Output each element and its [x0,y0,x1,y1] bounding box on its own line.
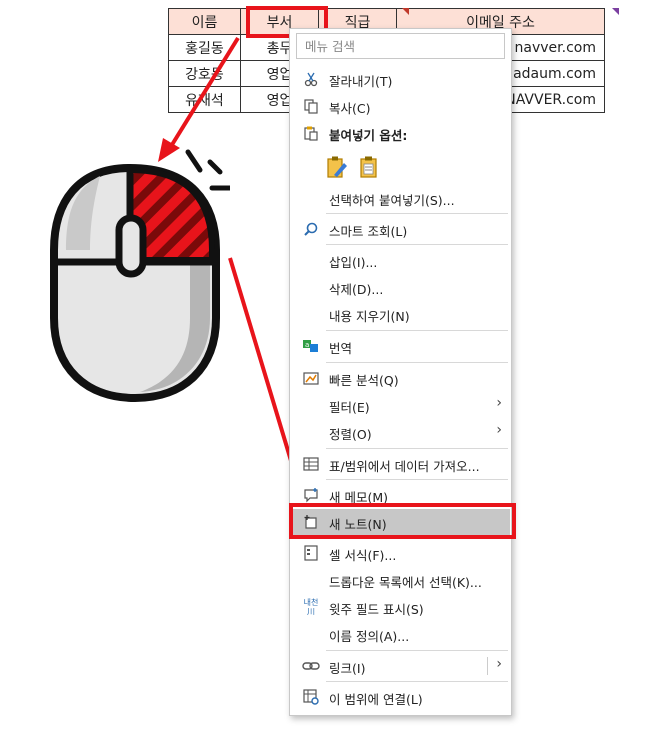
menu-item-label: 잘라내기(T) [329,74,393,89]
header-cell-name[interactable]: 이름 [168,8,241,35]
table-icon [301,454,321,474]
split-divider [487,657,488,675]
format-cells-icon [301,543,321,563]
menu-item-label: 삽입(I)... [329,255,378,270]
menu-item-label: 번역 [329,341,353,356]
note-indicator-icon [402,8,409,15]
menu-item-label: 셀 서식(F)... [329,548,397,563]
new-note-highlight-box [289,503,516,539]
copy-icon [301,96,321,116]
menu-item-label: 이 범위에 연결(L) [329,692,423,707]
menu-item-label: 삭제(D)... [329,282,384,297]
paste-option-buttons [326,155,380,182]
menu-item-translate[interactable]: a 번역 [291,333,510,359]
menu-search-input[interactable] [296,33,505,59]
menu-item-phonetic[interactable]: 내천 川 윗주 필드 표시(S) [291,594,510,620]
menu-item-link[interactable]: 링크(I) › [291,653,510,679]
paste-formatting-icon[interactable] [326,155,348,182]
menu-item-label: 윗주 필드 표시(S) [329,602,424,617]
quick-analysis-icon [301,368,321,388]
menu-item-sort[interactable]: 정렬(O) › [291,419,510,445]
menu-item-cut[interactable]: 잘라내기(T) [291,66,510,92]
menu-item-format-cells[interactable]: 셀 서식(F)... [291,540,510,566]
chevron-right-icon: › [496,395,502,411]
menu-item-link-to-range[interactable]: 이 범위에 연결(L) [291,684,510,710]
phonetic-icon: 내천 川 [301,597,321,617]
menu-item-label: 이름 정의(A)... [329,629,410,644]
table-cell[interactable]: 유재석 [168,86,241,113]
context-menu: 잘라내기(T) 복사(C) 붙여넣기 옵션: 선택하여 붙여넣기(S)... 스… [289,28,512,716]
svg-text:a: a [305,341,309,349]
menu-item-label: 표/범위에서 데이터 가져오... [329,459,480,474]
table-cell[interactable]: 홍길동 [168,34,241,61]
link-range-icon [301,687,321,707]
menu-item-quick-analysis[interactable]: 빠른 분석(Q) [291,365,510,391]
chevron-right-icon[interactable]: › [496,656,502,672]
menu-item-insert[interactable]: 삽입(I)... [291,247,510,273]
menu-separator [326,479,508,480]
menu-item-filter[interactable]: 필터(E) › [291,392,510,418]
mouse-right-click-icon [50,149,230,403]
link-icon [301,656,321,676]
menu-item-define-name[interactable]: 이름 정의(A)... [291,621,510,647]
menu-item-label: 드롭다운 목록에서 선택(K)... [329,575,482,590]
menu-separator [326,330,508,331]
menu-separator [326,681,508,682]
menu-item-label: 필터(E) [329,400,370,415]
menu-separator [326,244,508,245]
menu-item-get-data[interactable]: 표/범위에서 데이터 가져오... [291,451,510,477]
menu-item-paste-options: 붙여넣기 옵션: [291,120,510,146]
menu-separator [326,362,508,363]
menu-item-label: 빠른 분석(Q) [329,373,399,388]
menu-item-label: 링크(I) [329,661,366,676]
phonetic-icon-top: 내천 [303,598,319,607]
menu-item-label: 내용 지우기(N) [329,309,410,324]
menu-item-pick-from-list[interactable]: 드롭다운 목록에서 선택(K)... [291,567,510,593]
arrow-to-menu [228,257,300,485]
menu-item-label: 정렬(O) [329,427,372,442]
chevron-right-icon: › [496,422,502,438]
menu-item-clear-contents[interactable]: 내용 지우기(N) [291,301,510,327]
menu-item-label: 선택하여 붙여넣기(S)... [329,193,455,208]
phonetic-icon-bottom: 川 [307,607,315,616]
menu-separator [326,213,508,214]
menu-item-label: 붙여넣기 옵션: [329,128,408,143]
search-icon [301,219,321,239]
translate-icon: a [301,336,321,356]
menu-item-copy[interactable]: 복사(C) [291,93,510,119]
menu-item-paste-special[interactable]: 선택하여 붙여넣기(S)... [291,185,510,211]
menu-item-delete[interactable]: 삭제(D)... [291,274,510,300]
menu-item-label: 스마트 조회(L) [329,224,408,239]
scissors-icon [301,69,321,89]
menu-separator [326,650,508,651]
table-cell[interactable]: 강호동 [168,60,241,87]
comment-icon [301,485,321,505]
menu-item-label: 복사(C) [329,101,371,116]
clipboard-icon [301,123,321,143]
comment-indicator-icon [612,8,619,15]
menu-separator [326,448,508,449]
paste-values-icon[interactable] [358,155,380,182]
menu-item-smart-lookup[interactable]: 스마트 조회(L) [291,216,510,242]
